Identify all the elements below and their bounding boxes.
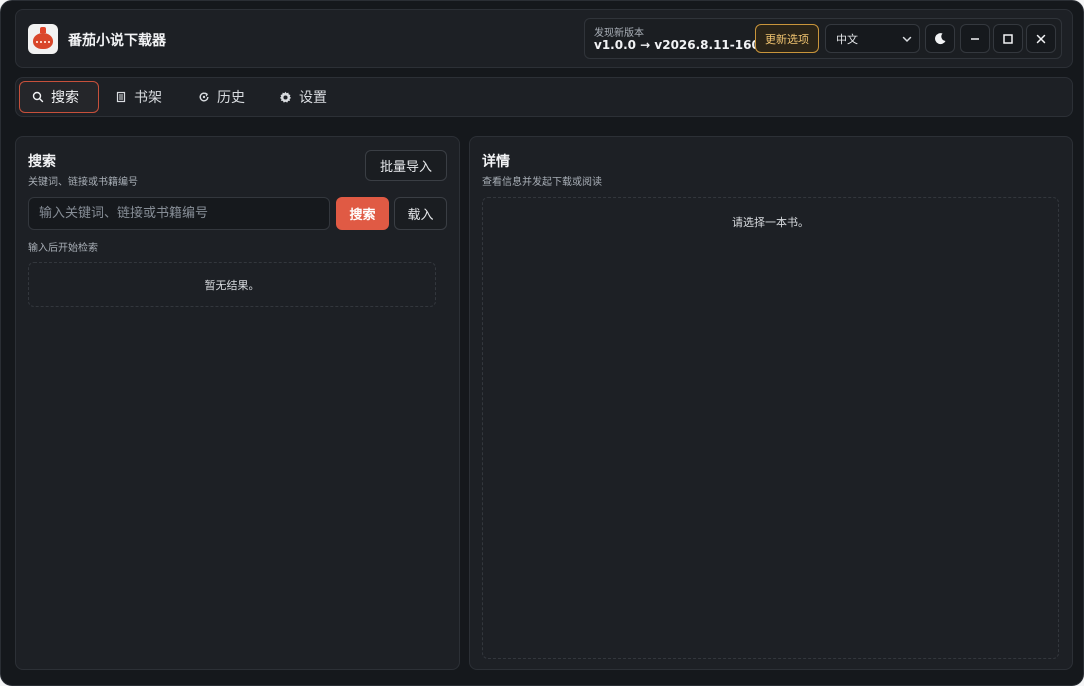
tab-history-label: 历史 <box>217 90 245 106</box>
title-bar: 番茄小说下载器 发现新版本 v1.0.0 → v2026.8.11-1605 更… <box>15 9 1073 68</box>
search-empty-text: 暂无结果。 <box>204 278 260 292</box>
search-panel-subtitle: 关键词、链接或书籍编号 <box>28 177 138 188</box>
tab-settings-label: 设置 <box>299 90 327 106</box>
bookshelf-icon <box>116 91 126 103</box>
tab-bookshelf[interactable]: 书架 <box>102 81 176 113</box>
search-button[interactable]: 搜索 <box>336 197 389 230</box>
detail-panel: 详情 查看信息并发起下载或阅读 请选择一本书。 <box>469 136 1073 670</box>
close-icon <box>1036 34 1046 43</box>
minimize-button[interactable] <box>960 24 990 53</box>
gear-icon <box>279 91 292 103</box>
app-title: 番茄小说下载器 <box>68 33 166 49</box>
moon-icon <box>935 32 946 44</box>
maximize-button[interactable] <box>993 24 1023 53</box>
batch-import-button[interactable]: 批量导入 <box>365 150 447 181</box>
update-options-button[interactable]: 更新选项 <box>755 24 819 53</box>
tab-settings[interactable]: 设置 <box>266 81 348 113</box>
update-label: 发现新版本 <box>594 28 644 39</box>
search-icon <box>32 91 44 103</box>
minimize-icon <box>971 37 979 40</box>
theme-toggle-button[interactable] <box>925 24 955 53</box>
main-nav: 搜索 书架 历史 设置 <box>15 77 1073 117</box>
tab-search[interactable]: 搜索 <box>19 81 99 113</box>
detail-empty-area: 请选择一本书。 <box>482 197 1059 659</box>
tab-history[interactable]: 历史 <box>185 81 259 113</box>
tab-bookshelf-label: 书架 <box>134 90 162 106</box>
chevron-down-icon <box>902 36 912 43</box>
language-selected: 中文 <box>836 32 858 46</box>
search-results-empty: 暂无结果。 <box>28 262 436 307</box>
language-select[interactable]: 中文 <box>825 24 920 53</box>
detail-panel-title: 详情 <box>482 154 510 170</box>
detail-empty-text: 请选择一本书。 <box>732 216 809 229</box>
update-notice: 发现新版本 v1.0.0 → v2026.8.11-1605 更新选项 中文 <box>584 18 1062 59</box>
app-logo-icon <box>28 24 58 54</box>
search-input[interactable] <box>28 197 330 230</box>
search-panel: 搜索 关键词、链接或书籍编号 批量导入 搜索 载入 输入后开始检索 暂无结果。 <box>15 136 460 670</box>
app-window: 番茄小说下载器 发现新版本 v1.0.0 → v2026.8.11-1605 更… <box>0 0 1084 686</box>
maximize-icon <box>1003 33 1013 44</box>
close-button[interactable] <box>1026 24 1056 53</box>
load-button[interactable]: 载入 <box>394 197 447 230</box>
search-hint: 输入后开始检索 <box>28 243 98 254</box>
tab-search-label: 搜索 <box>51 90 79 106</box>
detail-panel-subtitle: 查看信息并发起下载或阅读 <box>482 177 602 188</box>
search-panel-title: 搜索 <box>28 154 56 170</box>
update-version: v1.0.0 → v2026.8.11-1605 <box>594 38 769 52</box>
history-icon <box>199 92 209 102</box>
